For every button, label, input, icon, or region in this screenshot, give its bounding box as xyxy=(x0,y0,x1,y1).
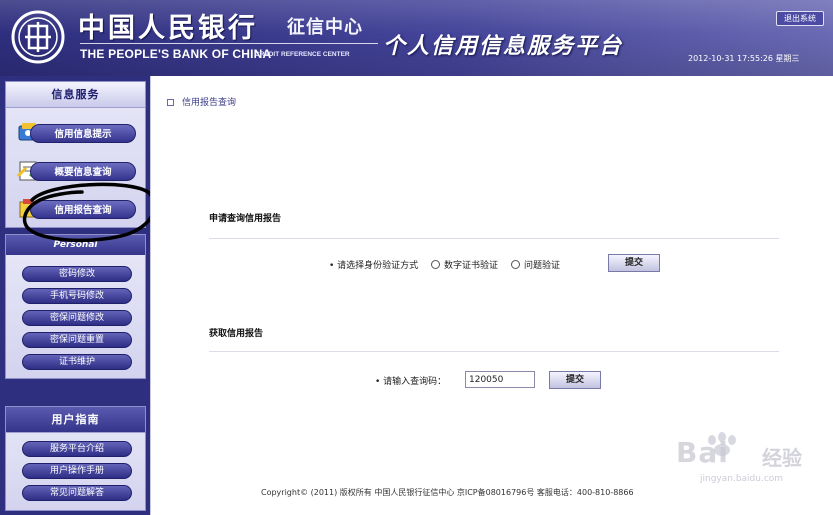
center-name-en: CREDIT REFERENCE CENTER xyxy=(255,51,350,58)
sidebar-item-certificate-maintenance[interactable]: 证书维护 xyxy=(22,354,132,370)
info-service-panel: 信息服务 信用信息提示 概要信息查询 信用报告查询 xyxy=(5,81,146,228)
footer-copyright: Copyright© (2011) 版权所有 中国人民银行征信中心 京ICP备0… xyxy=(261,488,634,497)
watermark-url: jingyan.baidu.com xyxy=(700,474,784,484)
sidebar-item-security-question-reset[interactable]: 密保问题重置 xyxy=(22,332,132,348)
logout-button[interactable]: 退出系统 xyxy=(776,11,824,26)
platform-title: 个人信用信息服务平台 xyxy=(383,33,624,59)
sidebar-item-label: 信用信息提示 xyxy=(30,124,136,143)
personal-settings-title: Personal xyxy=(6,235,145,255)
center-name-cn: 征信中心 xyxy=(287,17,363,38)
radio-digital-certificate-label[interactable]: 数字证书验证 xyxy=(444,261,498,271)
apply-submit-button[interactable]: 提交 xyxy=(608,254,660,272)
radio-digital-certificate[interactable] xyxy=(431,260,441,269)
sidebar-item-password-change[interactable]: 密码修改 xyxy=(22,266,132,282)
watermark-logo-text: Bai xyxy=(676,436,729,469)
verification-method-row: • 请选择身份验证方式 数字证书验证 问题验证 xyxy=(329,258,560,271)
bank-name-en: THE PEOPLE'S BANK OF CHINA xyxy=(80,47,272,61)
bank-name-cn: 中国人民银行 xyxy=(78,13,258,44)
breadcrumb-label: 信用报告查询 xyxy=(182,98,237,108)
radio-question-verification-label[interactable]: 问题验证 xyxy=(524,261,560,271)
info-service-title: 信息服务 xyxy=(6,82,145,108)
apply-section-title: 申请查询信用报告 xyxy=(209,214,282,224)
user-guide-panel: 用户指南 服务平台介绍 用户操作手册 常见问题解答 xyxy=(5,406,146,511)
sidebar-item-platform-intro[interactable]: 服务平台介绍 xyxy=(22,441,132,457)
site-header: 中国人民银行 征信中心 THE PEOPLE'S BANK OF CHINA C… xyxy=(0,0,833,76)
sidebar-item-label: 概要信息查询 xyxy=(30,162,136,181)
header-divider xyxy=(80,43,378,44)
main-content: 信用报告查询 申请查询信用报告 • 请选择身份验证方式 数字证书验证 问题验证 … xyxy=(150,76,833,515)
bank-seal-icon xyxy=(11,10,65,64)
sidebar-item-label: 信用报告查询 xyxy=(30,200,136,219)
verification-method-prompt: • 请选择身份验证方式 xyxy=(329,261,419,271)
sidebar: 信息服务 信用信息提示 概要信息查询 信用报告查询 Personal 密码修改 … xyxy=(0,76,150,515)
user-guide-title: 用户指南 xyxy=(6,407,145,433)
breadcrumb: 信用报告查询 xyxy=(167,95,236,108)
watermark-logo-cn: 经验 xyxy=(762,446,802,470)
query-code-input[interactable] xyxy=(465,371,535,388)
fetch-section-title: 获取信用报告 xyxy=(209,329,264,339)
personal-settings-panel: Personal 密码修改 手机号码修改 密保问题修改 密保问题重置 证书维护 xyxy=(5,234,146,379)
apply-section-divider xyxy=(209,238,779,239)
query-code-prompt: • 请输入查询码： xyxy=(375,377,447,387)
sidebar-item-phone-change[interactable]: 手机号码修改 xyxy=(22,288,132,304)
breadcrumb-marker-icon xyxy=(167,99,174,106)
sidebar-item-info-tip[interactable]: 信用信息提示 xyxy=(16,120,136,146)
sidebar-item-summary-query[interactable]: 概要信息查询 xyxy=(16,158,136,184)
sidebar-item-security-question-change[interactable]: 密保问题修改 xyxy=(22,310,132,326)
current-datetime: 2012-10-31 17:55:26 星期三 xyxy=(688,54,800,63)
sidebar-item-user-manual[interactable]: 用户操作手册 xyxy=(22,463,132,479)
fetch-section-divider xyxy=(209,351,779,352)
radio-question-verification[interactable] xyxy=(510,260,520,269)
fetch-submit-button[interactable]: 提交 xyxy=(549,371,601,389)
sidebar-item-report-query[interactable]: 信用报告查询 xyxy=(16,196,136,222)
sidebar-item-faq[interactable]: 常见问题解答 xyxy=(22,485,132,501)
